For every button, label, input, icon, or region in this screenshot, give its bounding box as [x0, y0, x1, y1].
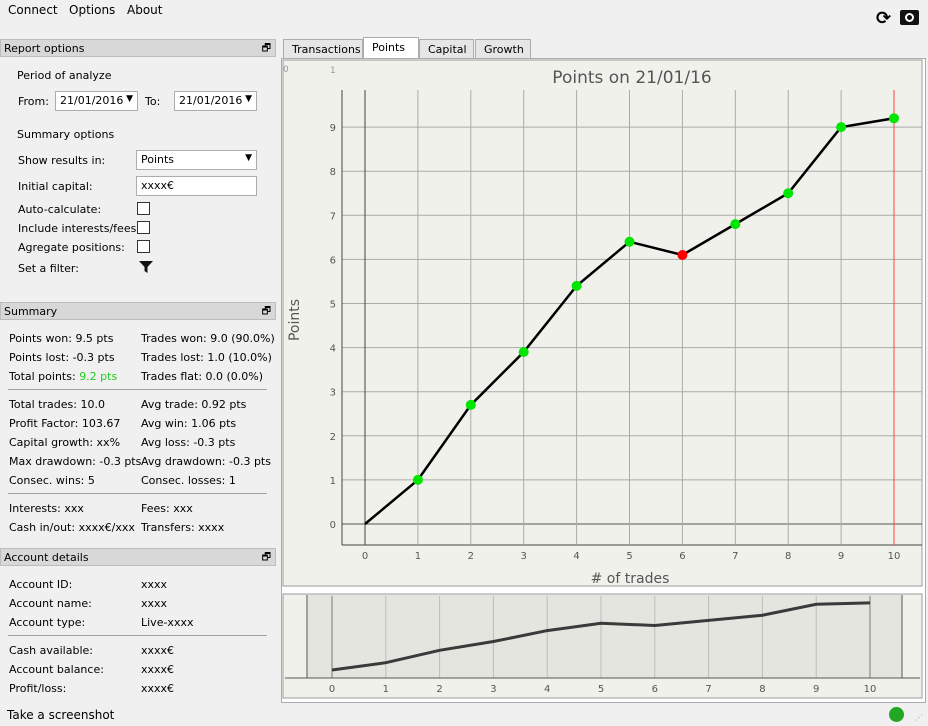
mini-x-tick-label: 3 [490, 684, 496, 695]
x-tick-label: 9 [838, 551, 844, 562]
mini-x-tick-label: 1 [383, 684, 389, 695]
win-point [836, 122, 847, 133]
win-point [730, 219, 741, 230]
main-chart-frame [282, 59, 923, 587]
connection-status-indicator [889, 707, 904, 722]
points-chart: 01234567890 1 2 3 4 5 6 7 8 9 100 1 2 3 4 5 6 7 8 9 10 Point… [282, 59, 923, 699]
win-point [412, 474, 423, 485]
y-tick-label: 4 [330, 344, 336, 355]
mini-x-tick-label: 6 [652, 684, 658, 695]
x-tick-label: 6 [679, 551, 685, 562]
win-point [518, 347, 529, 358]
x-tick-label: 2 [468, 551, 474, 562]
y-tick-label: 0 [330, 520, 336, 531]
mini-x-tick-label: 0 [329, 684, 335, 695]
mini-selection[interactable] [307, 595, 902, 678]
y-tick-label: 8 [330, 167, 336, 178]
win-point [465, 399, 476, 410]
mini-x-tick-label: 10 [864, 684, 877, 695]
resize-grip-icon[interactable]: ⋰ [915, 713, 923, 722]
corner-label: 1 [330, 66, 336, 76]
y-tick-label: 6 [330, 255, 336, 266]
y-tick-label: 3 [330, 388, 336, 399]
mini-x-tick-label: 2 [436, 684, 442, 695]
win-point [624, 236, 635, 247]
mini-x-tick-label: 4 [544, 684, 550, 695]
chart-title: Points on 21/01/16 [552, 68, 711, 88]
x-tick-label: 8 [785, 551, 791, 562]
win-point [571, 280, 582, 291]
x-axis-label: # of trades [591, 571, 670, 587]
x-tick-label: 10 [888, 551, 901, 562]
corner-label: 0 [283, 65, 289, 75]
status-text: Take a screenshot [7, 708, 115, 722]
win-point [889, 113, 899, 124]
x-tick-label: 1 [415, 551, 421, 562]
x-tick-label: 3 [521, 551, 527, 562]
y-axis-label: Points [287, 299, 303, 341]
y-tick-label: 1 [330, 476, 336, 487]
y-tick-label: 5 [330, 300, 336, 311]
x-tick-label: 7 [732, 551, 738, 562]
mini-x-tick-label: 7 [705, 684, 711, 695]
y-tick-label: 9 [330, 123, 336, 134]
x-tick-label: 5 [626, 551, 632, 562]
y-tick-label: 7 [330, 211, 336, 222]
mini-x-tick-label: 5 [598, 684, 604, 695]
y-tick-label: 2 [330, 432, 336, 443]
x-tick-label: 0 [362, 551, 368, 562]
x-tick-label: 4 [573, 551, 579, 562]
win-point [783, 188, 794, 199]
mini-x-tick-label: 8 [759, 684, 765, 695]
mini-x-tick-label: 9 [813, 684, 819, 695]
loss-point [677, 249, 688, 260]
